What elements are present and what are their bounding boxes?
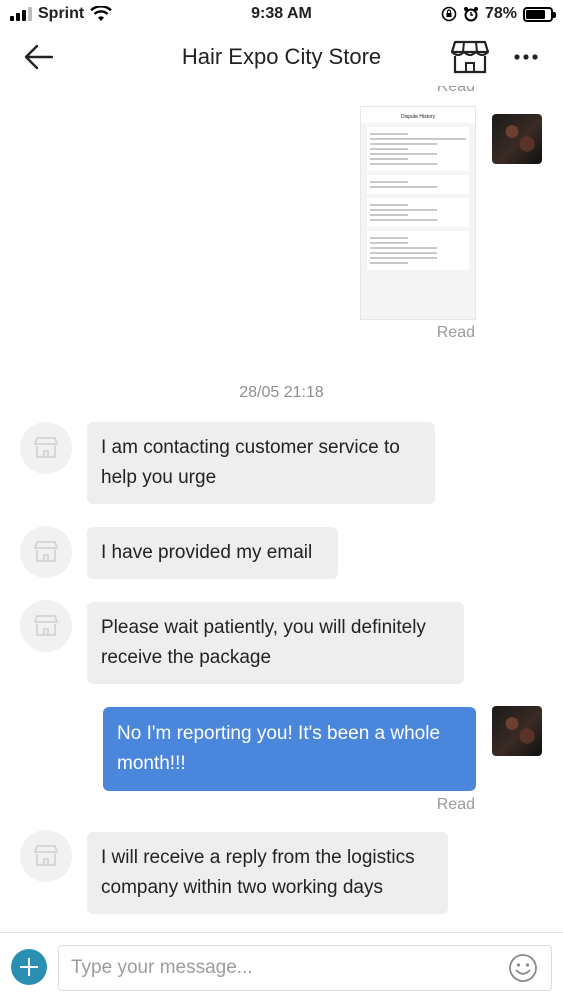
read-receipt: Read <box>436 324 475 341</box>
image-card <box>367 175 469 194</box>
lock-rotation-icon <box>441 6 457 22</box>
avatar[interactable] <box>492 114 542 164</box>
battery-fill <box>526 9 545 19</box>
battery-icon <box>523 6 556 22</box>
read-receipt: Read <box>436 796 475 813</box>
status-right: 78% <box>441 5 556 23</box>
image-card <box>367 231 469 270</box>
store-icon <box>34 845 58 866</box>
message-bubble-outgoing[interactable]: No I'm reporting you! It's been a whole … <box>103 707 476 791</box>
status-bar: Sprint 9:38 AM 78% <box>0 0 563 28</box>
message-bubble[interactable]: I have provided my email <box>87 527 338 579</box>
plus-icon[interactable] <box>11 949 47 985</box>
image-card <box>367 198 469 227</box>
message-timestamp: 28/05 21:18 <box>239 384 324 401</box>
store-icon <box>34 615 58 636</box>
store-icon <box>34 541 58 562</box>
message-input[interactable] <box>58 945 552 991</box>
avatar[interactable] <box>20 422 72 474</box>
image-card <box>367 127 469 171</box>
store-icon[interactable] <box>450 39 490 75</box>
message-bubble[interactable]: I am contacting customer service to help… <box>87 422 435 504</box>
alarm-icon <box>463 7 478 22</box>
image-message[interactable]: Dispute History <box>360 106 476 320</box>
chat-area[interactable]: Read Dispute History Read 28/05 21:18 I … <box>0 86 563 932</box>
chat-header: Hair Expo City Store <box>0 28 563 86</box>
more-icon[interactable] <box>508 45 544 69</box>
message-bubble[interactable]: I will receive a reply from the logistic… <box>87 832 448 914</box>
emoji-icon[interactable] <box>508 953 538 983</box>
battery-percent: 78% <box>484 5 517 22</box>
avatar[interactable] <box>492 706 542 756</box>
image-title: Dispute History <box>401 114 435 120</box>
store-icon <box>34 437 58 458</box>
message-bubble[interactable]: Please wait patiently, you will definite… <box>87 602 464 684</box>
avatar[interactable] <box>20 600 72 652</box>
read-receipt: Read <box>436 86 475 95</box>
composer <box>0 932 563 1000</box>
avatar[interactable] <box>20 830 72 882</box>
avatar[interactable] <box>20 526 72 578</box>
image-header: Dispute History <box>361 107 475 123</box>
